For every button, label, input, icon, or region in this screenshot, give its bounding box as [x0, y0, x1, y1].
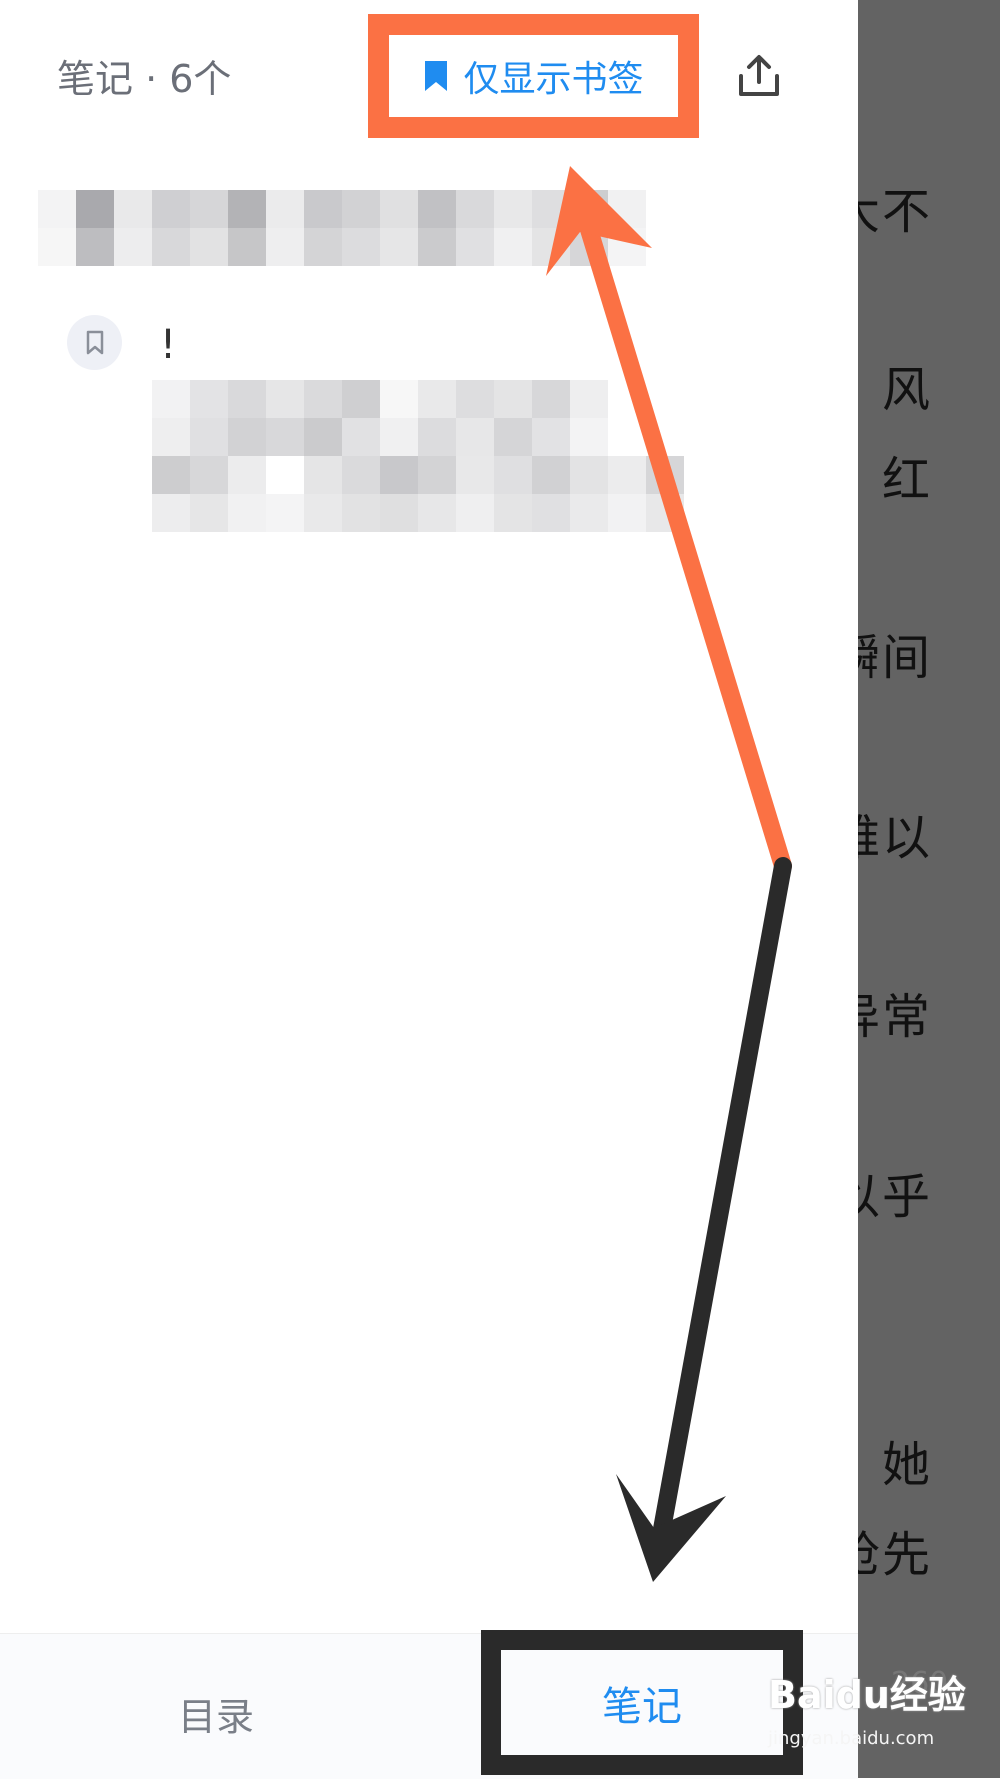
reader-text-line: 瞬间: [858, 630, 932, 686]
note-title: !: [160, 322, 177, 368]
show-bookmarks-only-label: 仅显示书签: [463, 59, 644, 100]
reader-text-line: 大不: [858, 184, 932, 240]
reader-text-line: 风: [881, 362, 932, 418]
reader-text-line: 以乎: [858, 1169, 932, 1225]
reader-text-line: 她: [881, 1437, 932, 1493]
baidu-jingyan-watermark: Baidu经验: [768, 1673, 966, 1717]
notes-panel: 笔记 · 6个 仅显示书签 ! 目录: [0, 0, 858, 1779]
reader-text-line: 抢先: [858, 1527, 932, 1583]
reader-text-line: 红: [881, 452, 932, 508]
tab-notes[interactable]: 笔记: [481, 1630, 803, 1775]
watermark-url: jingyan.baidu.com: [768, 1728, 935, 1749]
tab-notes-label: 笔记: [602, 1683, 682, 1730]
reader-text-line: 异常: [858, 989, 932, 1045]
reader-text-line: 难以: [858, 810, 932, 866]
tab-table-of-contents[interactable]: 目录: [178, 1686, 254, 1741]
bookmark-outline-icon: [86, 330, 103, 354]
notes-count-title: 笔记 · 6个: [57, 57, 232, 101]
note-bookmark-badge: [67, 315, 122, 370]
show-bookmarks-only-button[interactable]: 仅显示书签: [368, 14, 699, 138]
bookmark-icon: [425, 61, 448, 91]
reader-page-overlay[interactable]: 大不 风 红 瞬间 难以 异常 以乎 她 抢先 260: [858, 0, 1000, 1778]
share-icon[interactable]: [733, 50, 785, 102]
